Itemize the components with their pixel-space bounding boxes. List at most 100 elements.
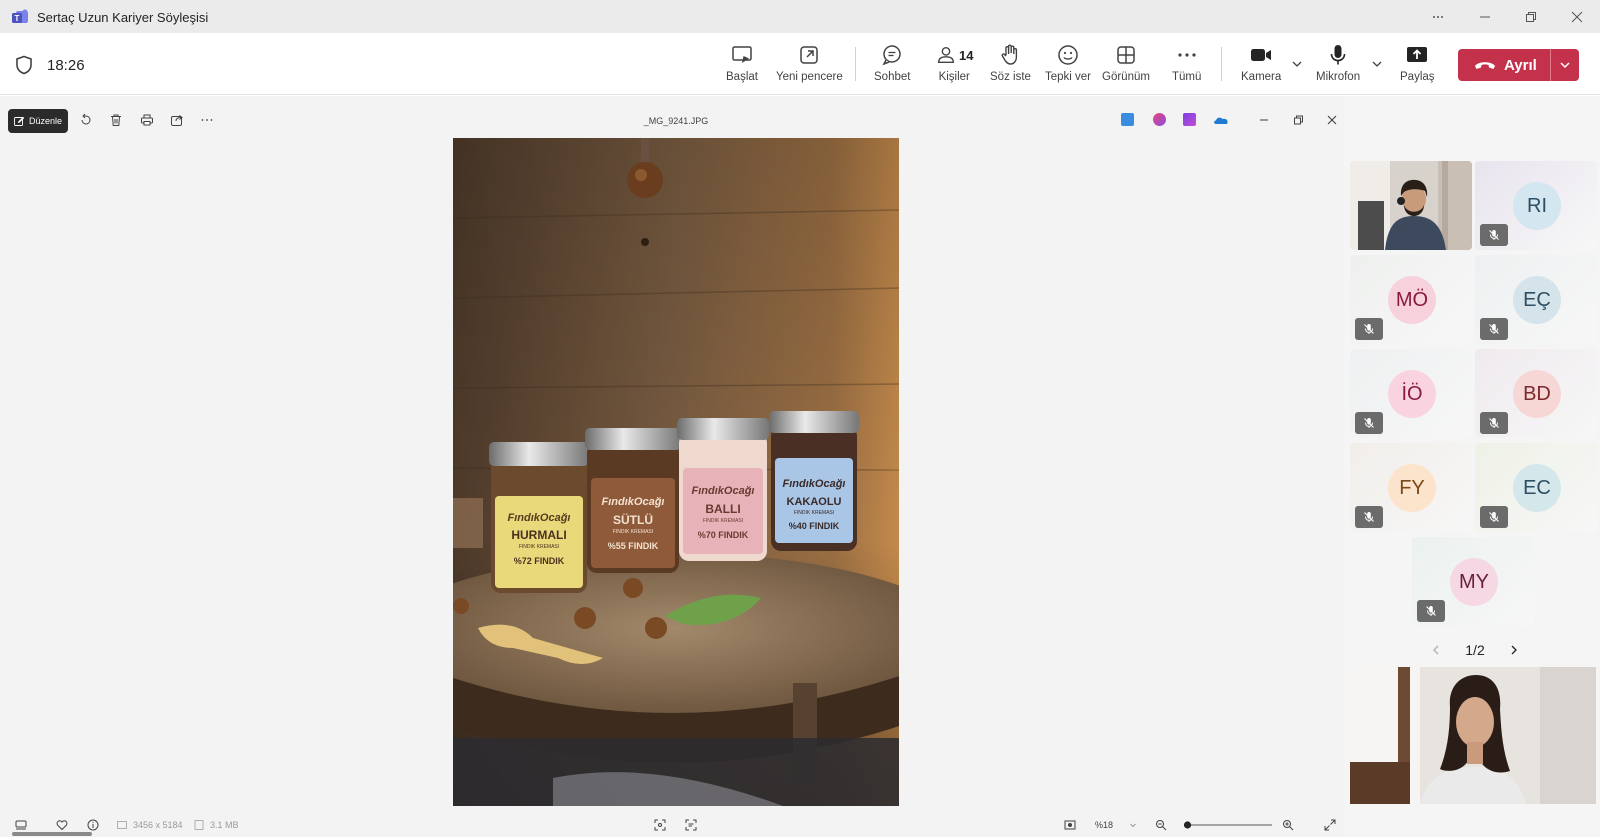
jar-brand: FındıkOcağı [692, 485, 755, 497]
jar-brand: FındıkOcağı [783, 478, 846, 490]
jar-subtitle: FINDIK KREMASI [519, 544, 559, 550]
zoom-slider[interactable] [1180, 818, 1276, 832]
zoom-out-icon[interactable] [1155, 819, 1167, 831]
more-options-icon[interactable] [1415, 0, 1461, 33]
onedrive-icon[interactable] [1213, 113, 1229, 126]
viewer-close-icon[interactable] [1325, 113, 1339, 127]
avatar: İÖ [1388, 370, 1436, 418]
meeting-timer: 18:26 [47, 57, 85, 74]
actual-size-icon[interactable] [1064, 819, 1076, 831]
start-label: Başlat [726, 71, 758, 83]
avatar-initials: MÖ [1395, 288, 1429, 311]
teams-logo-icon: T [12, 9, 28, 23]
filmstrip-scrollbar[interactable] [12, 832, 92, 836]
people-label: Kişiler [938, 71, 970, 83]
grid-view-icon [1117, 46, 1135, 64]
view-button[interactable]: Görünüm [1102, 43, 1150, 89]
chat-button[interactable]: Sohbet [874, 43, 910, 89]
minimize-icon[interactable] [1462, 0, 1508, 33]
toolbar-divider [855, 47, 856, 81]
muted-mic-badge [1480, 506, 1508, 528]
chevron-left-icon[interactable] [1430, 644, 1442, 656]
new-window-button[interactable]: Yeni pencere [776, 43, 843, 89]
self-view-video[interactable] [1350, 667, 1596, 804]
people-icon [937, 46, 955, 64]
leave-button[interactable]: Ayrıl [1458, 49, 1579, 81]
jar-brand: FındıkOcağı [508, 512, 571, 524]
leave-options-chevron[interactable] [1550, 49, 1579, 81]
chevron-right-icon[interactable] [1508, 644, 1520, 656]
participant-tile[interactable]: MY [1412, 537, 1534, 626]
start-presenting-button[interactable]: Başlat [726, 43, 758, 89]
share-button[interactable]: Paylaş [1400, 43, 1435, 89]
participant-video-tile[interactable] [1350, 161, 1472, 250]
participant-tile[interactable]: BD [1475, 349, 1597, 438]
photos-app-icon[interactable] [1121, 113, 1134, 126]
participant-tile[interactable]: RI [1475, 161, 1597, 250]
people-count: 14 [959, 47, 974, 63]
mic-off-icon [1426, 606, 1436, 616]
zoom-percentage[interactable]: %18 [1095, 820, 1113, 830]
title-bar: T Sertaç Uzun Kariyer Söyleşisi [0, 0, 1600, 33]
avatar: MÖ [1388, 276, 1436, 324]
close-icon[interactable] [1554, 0, 1600, 33]
muted-mic-badge [1480, 412, 1508, 434]
avatar-initials: İÖ [1401, 382, 1423, 405]
viewer-status-bar: 3456 x 5184 3.1 MB %18 [0, 811, 1344, 837]
avatar-initials: EÇ [1523, 288, 1551, 311]
more-button[interactable]: Tümü [1172, 43, 1201, 89]
chevron-down-icon [1560, 62, 1570, 69]
more-label: Tümü [1172, 71, 1202, 83]
favorite-heart-icon[interactable] [56, 819, 68, 831]
jar-subtitle: FINDIK KREMASI [703, 518, 743, 524]
zoom-dropdown-chevron-icon[interactable] [1127, 819, 1139, 831]
fullscreen-icon[interactable] [1324, 819, 1336, 831]
raise-hand-button[interactable]: Söz iste [990, 43, 1031, 89]
filmstrip-icon[interactable] [15, 819, 27, 831]
mic-off-icon [1489, 512, 1499, 522]
avatar: RI [1513, 182, 1561, 230]
jar-name: KAKAOLU [787, 496, 842, 508]
copilot-icon[interactable] [1153, 113, 1166, 126]
camera-options-chevron-icon[interactable] [1290, 57, 1304, 71]
muted-mic-badge [1355, 412, 1383, 434]
clipchamp-icon[interactable] [1183, 113, 1196, 126]
muted-mic-badge [1355, 318, 1383, 340]
participant-tile[interactable]: EC [1475, 443, 1597, 532]
zoom-in-icon[interactable] [1282, 819, 1294, 831]
microphone-options-chevron-icon[interactable] [1370, 57, 1384, 71]
react-button[interactable]: Tepki ver [1045, 43, 1091, 89]
participant-tile[interactable]: İÖ [1350, 349, 1472, 438]
shared-photo-viewer: Düzenle _MG_9241.JPG FındıkOcağı HURMALI… [0, 96, 1344, 837]
participant-tile[interactable]: EÇ [1475, 255, 1597, 344]
new-window-label: Yeni pencere [776, 71, 843, 83]
participant-tile[interactable]: FY [1350, 443, 1472, 532]
camera-button[interactable]: Kamera [1241, 43, 1281, 89]
participant-tile[interactable]: MÖ [1350, 255, 1472, 344]
mic-off-icon [1489, 324, 1499, 334]
jar-percentage: %70 FINDIK [698, 530, 749, 540]
chat-icon [882, 45, 901, 66]
mic-off-icon [1489, 230, 1499, 240]
leave-main[interactable]: Ayrıl [1458, 49, 1550, 81]
share-icon [1407, 47, 1428, 62]
ocr-scan-icon[interactable] [685, 819, 697, 831]
jar-subtitle: FINDIK KREMASI [613, 529, 653, 535]
avatar-initials: MY [1459, 570, 1489, 593]
zoom-slider-thumb[interactable] [1183, 821, 1192, 829]
avatar: EÇ [1513, 276, 1561, 324]
image-file-size: 3.1 MB [210, 820, 239, 830]
raise-hand-label: Söz iste [990, 71, 1031, 83]
viewer-restore-icon[interactable] [1291, 113, 1305, 127]
avatar: FY [1388, 464, 1436, 512]
view-label: Görünüm [1102, 71, 1150, 83]
info-icon[interactable] [87, 819, 99, 831]
viewer-minimize-icon[interactable] [1257, 113, 1271, 127]
chat-label: Sohbet [874, 71, 911, 83]
people-button[interactable]: 14 Kişiler [935, 43, 973, 89]
shield-icon [16, 55, 32, 75]
microphone-button[interactable]: Mikrofon [1316, 43, 1360, 89]
camera-label: Kamera [1241, 71, 1282, 83]
restore-icon[interactable] [1508, 0, 1554, 33]
fit-screen-icon[interactable] [654, 819, 666, 831]
